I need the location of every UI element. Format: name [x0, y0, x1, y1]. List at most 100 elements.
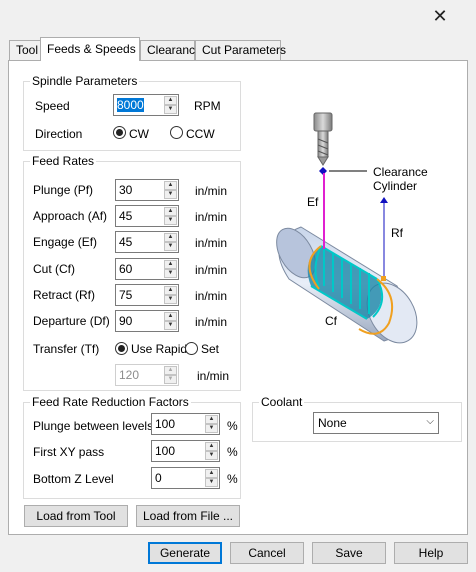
save-button[interactable]: Save — [312, 542, 386, 564]
tab-clearance[interactable]: Clearance — [140, 40, 202, 60]
feed-unit: in/min — [195, 210, 228, 224]
load-from-tool-button[interactable]: Load from Tool — [24, 505, 128, 527]
percent-unit: % — [227, 472, 238, 486]
close-icon[interactable]: ✕ — [430, 6, 450, 26]
feeds-speeds-panel: Spindle Parameters Speed 8000 ▲ ▼ RPM Dir… — [8, 60, 468, 535]
bottom-z-level-value: 0 — [155, 471, 162, 485]
use-rapid-label[interactable]: Use Rapid — [131, 342, 187, 356]
cw-radio[interactable] — [113, 126, 126, 139]
set-label[interactable]: Set — [201, 342, 219, 356]
spin-down-icon[interactable]: ▼ — [164, 242, 177, 251]
rf-label: Rf — [391, 226, 404, 240]
feed-rates-title: Feed Rates — [30, 154, 97, 168]
spin-down-icon[interactable]: ▼ — [164, 321, 177, 330]
retract-feed-input[interactable]: 75 ▲ ▼ — [115, 284, 179, 306]
coolant-select[interactable]: None ⌵ — [313, 412, 439, 434]
feed-rates-diagram: Clearance Cylinder Ef Rf Cf — [276, 112, 428, 344]
first-xy-pass-input[interactable]: 100 ▲ ▼ — [151, 440, 220, 462]
feed-row-label: Cut (Cf) — [33, 262, 75, 276]
clearance-label: Clearance — [373, 165, 428, 179]
feed-row-label: Retract (Rf) — [33, 288, 96, 302]
spin-up-icon[interactable]: ▲ — [205, 442, 218, 451]
first-xy-pass-value: 100 — [155, 444, 176, 458]
coolant-value: None — [318, 416, 347, 430]
coolant-title: Coolant — [259, 395, 305, 409]
load-from-file-button[interactable]: Load from File ... — [136, 505, 240, 527]
feed-row-label: Plunge (Pf) — [33, 183, 94, 197]
set-radio[interactable] — [185, 342, 198, 355]
reduction-factors-group: Feed Rate Reduction Factors Plunge betwe… — [23, 395, 241, 499]
chevron-down-icon: ⌵ — [426, 416, 434, 427]
percent-unit: % — [227, 419, 238, 433]
retract-arrow-icon — [380, 197, 388, 203]
reduction-row-label: Bottom Z Level — [33, 472, 114, 486]
tool-icon — [313, 112, 333, 166]
spin-down-icon[interactable]: ▼ — [164, 295, 177, 304]
transfer-feed-input: 120 ▲ ▼ — [115, 364, 179, 386]
engage-feed-value: 45 — [119, 235, 133, 249]
spin-up-icon[interactable]: ▲ — [205, 415, 218, 424]
use-rapid-radio[interactable] — [115, 342, 128, 355]
transfer-unit: in/min — [197, 369, 230, 383]
plunge-levels-value: 100 — [155, 417, 176, 431]
generate-button[interactable]: Generate — [148, 542, 222, 564]
spin-up-icon[interactable]: ▲ — [164, 181, 177, 190]
cw-label[interactable]: CW — [129, 127, 149, 141]
spin-down-icon[interactable]: ▼ — [164, 190, 177, 199]
cut-feed-value: 60 — [119, 262, 133, 276]
spin-up-icon[interactable]: ▲ — [164, 286, 177, 295]
speed-unit: RPM — [194, 99, 221, 113]
spin-down-icon[interactable]: ▼ — [205, 451, 218, 460]
plunge-feed-input[interactable]: 30 ▲ ▼ — [115, 179, 179, 201]
reduction-row-label: First XY pass — [33, 445, 105, 459]
speed-input[interactable]: 8000 ▲ ▼ — [113, 94, 179, 116]
spin-down-icon: ▼ — [164, 375, 177, 384]
plunge-feed-value: 30 — [119, 183, 133, 197]
tab-tool[interactable]: Tool — [9, 40, 41, 60]
retract-point-icon — [381, 276, 386, 281]
spin-up-icon: ▲ — [164, 366, 177, 375]
spin-down-icon[interactable]: ▼ — [205, 424, 218, 433]
tab-feeds-speeds[interactable]: Feeds & Speeds — [40, 37, 140, 61]
spin-up-icon[interactable]: ▲ — [164, 207, 177, 216]
approach-feed-value: 45 — [119, 209, 133, 223]
approach-feed-input[interactable]: 45 ▲ ▼ — [115, 205, 179, 227]
feed-unit: in/min — [195, 289, 228, 303]
cut-feed-input[interactable]: 60 ▲ ▼ — [115, 258, 179, 280]
spin-up-icon[interactable]: ▲ — [164, 312, 177, 321]
tab-cut-parameters[interactable]: Cut Parameters — [195, 40, 286, 60]
ccw-radio[interactable] — [170, 126, 183, 139]
feed-unit: in/min — [195, 315, 228, 329]
reduction-factors-title: Feed Rate Reduction Factors — [30, 395, 191, 409]
cancel-button[interactable]: Cancel — [230, 542, 304, 564]
feed-row-label: Approach (Af) — [33, 209, 108, 223]
engage-feed-input[interactable]: 45 ▲ ▼ — [115, 231, 179, 253]
spin-up-icon[interactable]: ▲ — [205, 469, 218, 478]
spin-down-icon[interactable]: ▼ — [164, 269, 177, 278]
ccw-label[interactable]: CCW — [186, 127, 215, 141]
feed-unit: in/min — [195, 236, 228, 250]
spin-down-icon[interactable]: ▼ — [164, 216, 177, 225]
direction-label: Direction — [35, 127, 83, 141]
feed-rates-group: Feed Rates Plunge (Pf) 30 ▲ ▼ in/min Appr… — [23, 154, 241, 391]
speed-up-icon[interactable]: ▲ — [164, 96, 177, 105]
feed-unit: in/min — [195, 184, 228, 198]
bottom-z-level-input[interactable]: 0 ▲ ▼ — [151, 467, 220, 489]
reduction-row-label: Plunge between levels — [33, 419, 154, 433]
percent-unit: % — [227, 445, 238, 459]
speed-value: 8000 — [117, 98, 144, 112]
spindle-parameters-title: Spindle Parameters — [30, 74, 140, 88]
departure-feed-input[interactable]: 90 ▲ ▼ — [115, 310, 179, 332]
speed-label: Speed — [35, 99, 70, 113]
feed-row-label: Engage (Ef) — [33, 235, 98, 249]
spin-up-icon[interactable]: ▲ — [164, 233, 177, 242]
spin-up-icon[interactable]: ▲ — [164, 260, 177, 269]
speed-down-icon[interactable]: ▼ — [164, 105, 177, 114]
feed-unit: in/min — [195, 263, 228, 277]
help-button[interactable]: Help — [394, 542, 468, 564]
plunge-levels-input[interactable]: 100 ▲ ▼ — [151, 413, 220, 435]
retract-feed-value: 75 — [119, 288, 133, 302]
spin-down-icon[interactable]: ▼ — [205, 478, 218, 487]
coolant-group: Coolant None ⌵ — [252, 395, 462, 442]
feed-row-label: Departure (Df) — [33, 314, 110, 328]
